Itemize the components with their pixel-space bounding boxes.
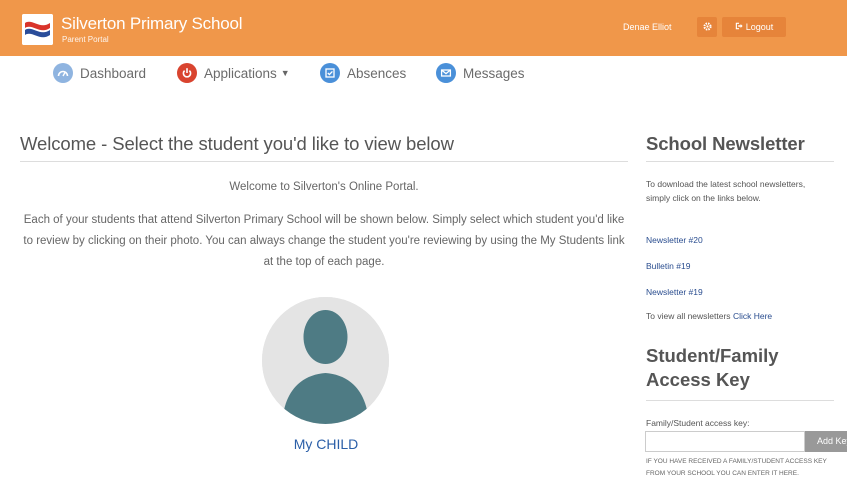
newsletter-title: School Newsletter <box>646 133 805 154</box>
newsletter-divider <box>646 161 834 162</box>
access-key-note: IF YOU HAVE RECEIVED A FAMILY/STUDENT AC… <box>646 458 827 477</box>
logout-button[interactable]: Logout <box>722 17 786 37</box>
check-icon <box>320 63 340 83</box>
view-all-link[interactable]: Click Here <box>733 311 772 321</box>
top-bar: Silverton Primary School Parent Portal D… <box>0 0 847 56</box>
main-nav: Dashboard Applications ▼ Absences Messag… <box>0 56 847 96</box>
nav-absences-label: Absences <box>347 65 407 81</box>
power-icon <box>177 63 197 83</box>
dashboard-icon <box>53 63 73 83</box>
page-title: Welcome - Select the student you'd like … <box>20 133 454 154</box>
view-all-text: To view all newsletters <box>646 311 731 321</box>
school-name[interactable]: Silverton Primary School <box>61 14 243 34</box>
newsletter-intro: To download the latest school newsletter… <box>646 179 806 203</box>
access-divider <box>646 400 834 401</box>
bulletin-link-19[interactable]: Bulletin #19 <box>646 261 690 271</box>
nav-messages-label: Messages <box>463 65 525 81</box>
intro-text: Each of your students that attend Silver… <box>23 214 625 268</box>
access-key-input[interactable] <box>645 431 805 452</box>
nav-dashboard[interactable]: Dashboard <box>53 63 146 83</box>
portal-subtitle: Parent Portal <box>62 35 109 44</box>
student-name[interactable]: My CHILD <box>262 436 390 452</box>
access-key-label: Family/Student access key: <box>646 418 750 428</box>
person-icon <box>262 297 389 424</box>
gear-icon <box>702 18 712 36</box>
user-name[interactable]: Denae Elliot <box>623 22 672 32</box>
add-key-button[interactable]: Add Key <box>805 431 847 452</box>
logout-label: Logout <box>745 22 774 32</box>
student-card[interactable]: My CHILD <box>262 297 390 457</box>
view-all-row: To view all newsletters Click Here <box>646 309 772 323</box>
newsletter-link-19[interactable]: Newsletter #19 <box>646 287 703 297</box>
settings-button[interactable] <box>697 17 717 37</box>
newsletter-link-20[interactable]: Newsletter #20 <box>646 235 703 245</box>
welcome-text: Welcome to Silverton's Online Portal. <box>229 181 419 193</box>
nav-absences[interactable]: Absences <box>320 63 406 83</box>
nav-dashboard-label: Dashboard <box>80 65 147 81</box>
chevron-down-icon: ▼ <box>280 68 290 78</box>
logout-icon <box>735 22 743 32</box>
avatar[interactable] <box>262 297 389 424</box>
nav-applications-label: Applications <box>204 65 277 81</box>
access-key-title: Student/Family Access Key <box>646 345 779 390</box>
school-logo <box>22 14 53 45</box>
nav-messages[interactable]: Messages <box>436 63 525 83</box>
nav-applications[interactable]: Applications ▼ <box>177 63 290 83</box>
envelope-icon <box>436 63 456 83</box>
title-divider <box>20 161 628 162</box>
